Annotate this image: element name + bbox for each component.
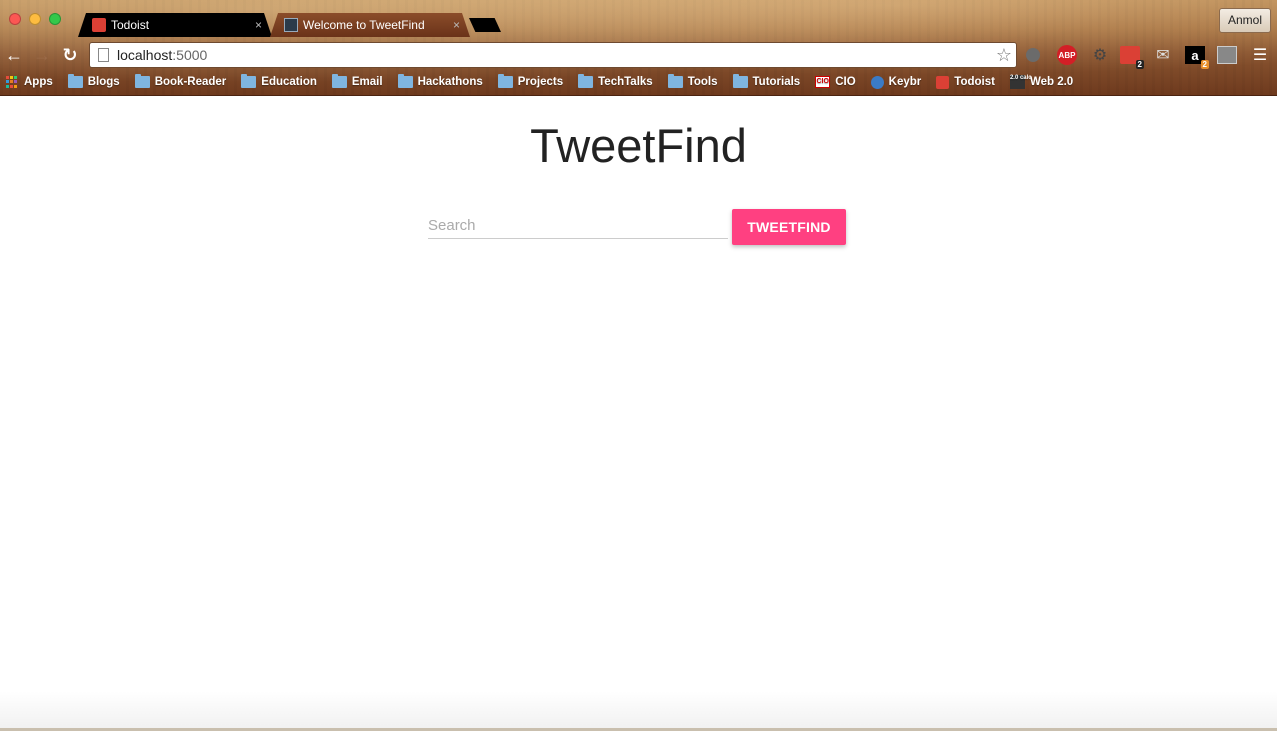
folder-icon: [331, 74, 347, 88]
bookmark-tools[interactable]: Tools: [667, 74, 718, 88]
tweetfind-button[interactable]: TWEETFIND: [732, 209, 846, 245]
apps-grid-icon: [6, 75, 19, 89]
bookmark-star-icon[interactable]: ☆: [996, 45, 1012, 66]
bookmark-projects[interactable]: Projects: [497, 74, 564, 88]
folder-icon: [134, 74, 150, 88]
address-bar[interactable]: localhost:5000 ☆: [89, 42, 1017, 68]
maximize-window-button[interactable]: [49, 13, 61, 25]
web20-calc-icon: 2.0 calc: [1009, 75, 1032, 89]
url-text[interactable]: localhost:5000: [117, 47, 207, 63]
adblock-plus-icon[interactable]: ABP: [1057, 45, 1077, 65]
profile-button[interactable]: Anmol: [1218, 8, 1271, 33]
close-window-button[interactable]: [9, 13, 21, 25]
bookmark-label: Education: [261, 76, 317, 88]
folder-icon: [497, 74, 513, 88]
terminal-icon: [284, 18, 298, 32]
bookmark-label: Hackathons: [417, 76, 483, 88]
bookmark-label: Todoist: [954, 76, 995, 88]
bookmark-keybr[interactable]: Keybr: [870, 75, 922, 89]
keybr-icon: [870, 75, 884, 89]
bookmark-cio[interactable]: CIO CIO: [815, 76, 856, 88]
amazon-badge: 2: [1200, 60, 1209, 69]
bookmark-apps[interactable]: Apps: [6, 75, 53, 89]
bookmark-label: Keybr: [888, 76, 922, 88]
bookmarks-bar: Apps Blogs Book-Reader Education Email H…: [0, 72, 1277, 92]
page-content: TweetFind TWEETFIND: [0, 96, 1277, 731]
cio-icon: CIO: [815, 76, 831, 88]
bookmark-education[interactable]: Education: [241, 74, 317, 88]
bookmark-label: Tutorials: [752, 76, 801, 88]
url-host: localhost: [117, 47, 173, 63]
settings-gear-extension-icon[interactable]: ⚙: [1090, 46, 1110, 64]
close-icon[interactable]: ×: [453, 18, 460, 32]
search-input[interactable]: [428, 213, 728, 239]
reload-button[interactable]: ↻: [59, 44, 81, 66]
mail-icon[interactable]: ✉: [1153, 46, 1173, 64]
toolbar: ← → ↻ localhost:5000 ☆ ABP ⚙ 2 ✉ a 2 ☰: [0, 40, 1277, 70]
keyboard-extension-icon[interactable]: [1217, 46, 1237, 64]
todoist-extension-icon[interactable]: 2: [1120, 46, 1144, 69]
bookmark-label: Web 2.0: [1029, 76, 1074, 88]
folder-icon: [732, 74, 748, 88]
bookmark-label: Apps: [24, 76, 53, 88]
bookmark-tutorials[interactable]: Tutorials: [732, 74, 801, 88]
bookmark-email[interactable]: Email: [331, 74, 383, 88]
tab-title: Todoist: [111, 18, 150, 32]
folder-icon: [667, 74, 683, 88]
minimize-window-button[interactable]: [29, 13, 41, 25]
bookmark-label: Projects: [517, 76, 564, 88]
bookmark-label: Blogs: [87, 76, 120, 88]
folder-icon: [241, 74, 257, 88]
bookmark-hackathons[interactable]: Hackathons: [397, 74, 483, 88]
folder-icon: [578, 74, 594, 88]
page-title: TweetFind: [530, 119, 747, 172]
amazon-label: a: [1191, 47, 1199, 63]
tab-title: Welcome to TweetFind: [303, 18, 425, 32]
new-tab-button[interactable]: [469, 18, 501, 32]
menu-icon[interactable]: ☰: [1250, 46, 1270, 64]
window-bottom-shadow: [0, 691, 1277, 731]
todoist-icon: [936, 75, 950, 89]
bookmark-book-reader[interactable]: Book-Reader: [134, 74, 227, 88]
folder-icon: [67, 74, 83, 88]
amazon-extension-icon[interactable]: a 2: [1185, 46, 1209, 69]
todoist-badge: 2: [1135, 60, 1144, 69]
clock-extension-icon[interactable]: [1026, 48, 1040, 62]
bookmark-label: Book-Reader: [154, 76, 227, 88]
forward-button[interactable]: →: [31, 44, 53, 66]
url-port: :5000: [172, 47, 208, 63]
close-icon[interactable]: ×: [255, 18, 262, 32]
bookmark-web20[interactable]: 2.0 calc Web 2.0: [1009, 75, 1074, 89]
bookmark-techtalks[interactable]: TechTalks: [578, 74, 653, 88]
browser-chrome: Todoist × Welcome to TweetFind × Anmol ←…: [0, 0, 1277, 96]
todoist-icon: [92, 18, 106, 32]
bookmark-label: CIO: [835, 76, 856, 88]
tab-tweetfind[interactable]: Welcome to TweetFind ×: [270, 13, 470, 37]
bookmark-label: TechTalks: [598, 76, 653, 88]
bookmark-label: Email: [351, 76, 383, 88]
page-icon: [98, 48, 109, 62]
tab-todoist[interactable]: Todoist ×: [78, 13, 272, 37]
bookmark-label: Tools: [687, 76, 718, 88]
folder-icon: [397, 74, 413, 88]
bookmark-blogs[interactable]: Blogs: [67, 74, 120, 88]
bookmark-todoist[interactable]: Todoist: [936, 75, 995, 89]
back-button[interactable]: ←: [3, 44, 25, 66]
